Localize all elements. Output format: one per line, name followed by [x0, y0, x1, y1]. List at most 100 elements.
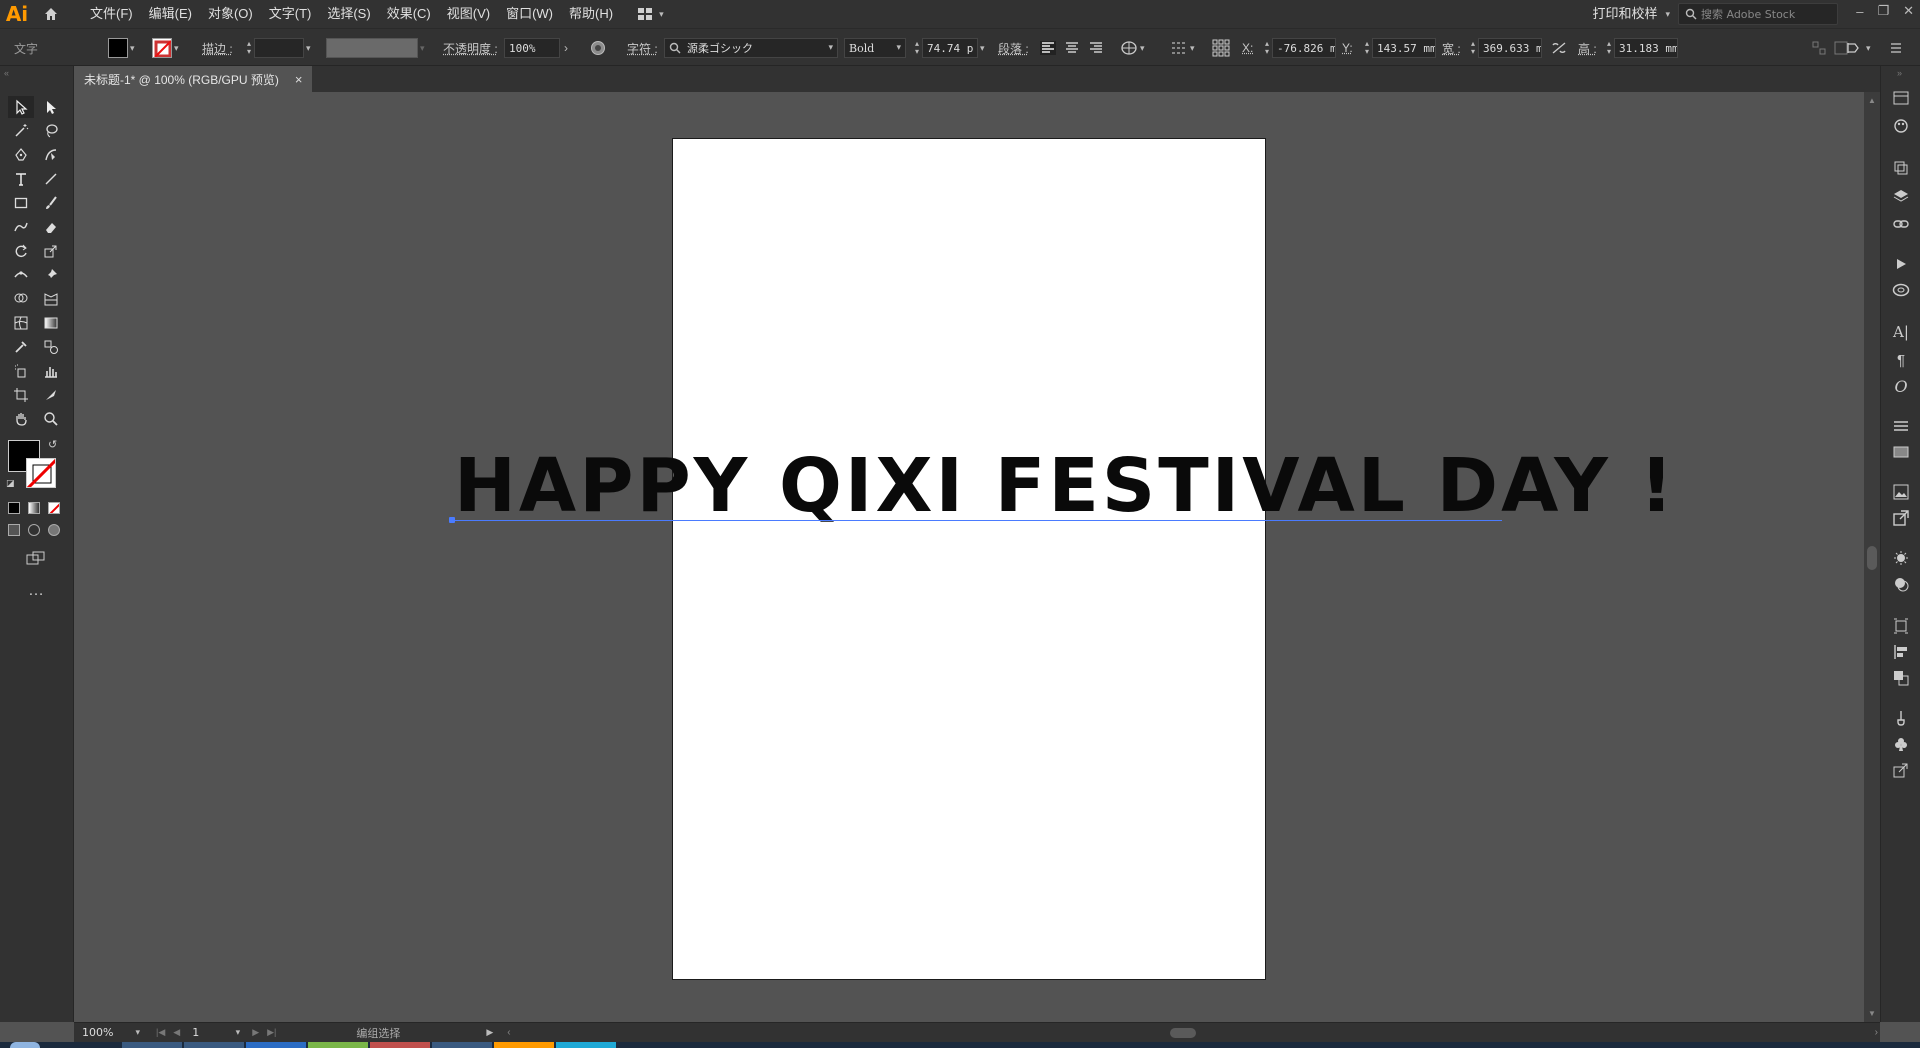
selection-tool[interactable] [8, 96, 34, 118]
scale-tool[interactable] [38, 240, 64, 262]
minimize-icon[interactable]: – [1856, 4, 1863, 19]
last-artboard-icon[interactable]: ▶| [267, 1027, 276, 1038]
first-artboard-icon[interactable]: |◀ [156, 1027, 165, 1038]
opacity-control[interactable]: 100% › [504, 29, 568, 67]
stroke-panel-button[interactable] [1891, 416, 1911, 436]
pathfinder-panel-button[interactable] [1891, 668, 1911, 688]
align-panel-button[interactable] [1891, 642, 1911, 662]
vertical-scroll-thumb[interactable] [1867, 546, 1877, 570]
links-panel-button[interactable] [1891, 214, 1911, 234]
text-anchor-point[interactable] [449, 517, 455, 523]
previous-artboard-icon[interactable]: ◀ [173, 1027, 180, 1038]
gradient-mode-icon[interactable] [28, 502, 40, 514]
font-style-control[interactable]: Bold ▾ [844, 29, 906, 67]
expand-panels-icon[interactable]: » [1897, 68, 1902, 78]
opentype-panel-icon[interactable]: O [1891, 376, 1911, 396]
gradient-panel-button[interactable] [1891, 442, 1911, 462]
variable-width-profile[interactable]: ▾ [326, 29, 425, 67]
eyedropper-tool[interactable] [8, 336, 34, 358]
character-panel-icon[interactable]: A| [1891, 322, 1911, 342]
next-artboard-icon[interactable]: ▶ [252, 1027, 259, 1038]
menu-help[interactable]: 帮助(H) [561, 0, 621, 28]
shape-builder-tool[interactable] [8, 288, 34, 310]
taskbar-app-1[interactable] [122, 1042, 182, 1048]
graphic-styles-button[interactable] [1891, 574, 1911, 594]
puppet-warp-tool[interactable] [38, 264, 64, 286]
stepper-icon[interactable]: ▴ ▾ [1607, 40, 1611, 56]
stock-search-input[interactable]: 搜索 Adobe Stock [1678, 3, 1838, 25]
align-right-icon[interactable] [1088, 41, 1104, 55]
chevron-right-icon[interactable]: › [564, 41, 568, 55]
stroke-weight-field[interactable] [254, 38, 305, 58]
scroll-right-icon[interactable]: › [1875, 1027, 1878, 1038]
font-style-field[interactable]: Bold ▾ [844, 38, 906, 58]
stepper-icon[interactable]: ▴ ▾ [247, 40, 251, 56]
workspace-switcher[interactable]: 打印和校样 ▾ [1592, 0, 1670, 28]
draw-normal-icon[interactable] [8, 524, 20, 536]
stroke-color-swatch[interactable] [26, 458, 56, 488]
width-tool[interactable] [8, 264, 34, 286]
taskbar-app-illustrator[interactable] [494, 1042, 554, 1048]
paragraph-panel-icon[interactable]: ¶ [1891, 350, 1911, 370]
align-options-button[interactable]: ▾ [1170, 29, 1195, 67]
stepper-icon[interactable]: ▴ ▾ [1265, 40, 1269, 56]
color-panel-button[interactable] [1891, 116, 1911, 136]
paragraph-label[interactable]: 段落 : [998, 29, 1029, 67]
magic-wand-tool[interactable] [8, 120, 34, 142]
mesh-tool[interactable] [8, 312, 34, 334]
transform-options-button[interactable]: ▾ [1120, 29, 1145, 67]
font-size-field[interactable]: 74.74 p [922, 38, 979, 58]
taskbar-app-6[interactable] [432, 1042, 492, 1048]
default-fill-stroke-icon[interactable]: ◪ [6, 478, 15, 489]
stroke-control[interactable]: ▾ [152, 29, 179, 67]
transform-panel-button[interactable] [1891, 616, 1911, 636]
brushes-panel-button[interactable] [1891, 708, 1911, 728]
height-field[interactable]: 31.183 mm [1614, 38, 1679, 58]
curvature-tool[interactable] [38, 144, 64, 166]
symbols-panel-button[interactable] [1891, 734, 1911, 754]
vertical-scrollbar[interactable]: ▲ ▼ [1864, 92, 1880, 1022]
y-field[interactable]: 143.57 mm [1372, 38, 1437, 58]
width-field[interactable]: 369.633 m [1478, 38, 1543, 58]
paintbrush-tool[interactable] [38, 192, 64, 214]
stroke-swatch[interactable] [152, 38, 172, 58]
canvas-area[interactable]: HAPPY QIXI FESTIVAL DAY ! [74, 92, 1864, 1022]
taskbar-app-4[interactable] [308, 1042, 368, 1048]
reference-point-button[interactable] [1212, 29, 1230, 67]
isolate-icon[interactable] [1812, 41, 1826, 55]
artboard[interactable] [672, 138, 1266, 980]
pen-tool[interactable] [8, 144, 34, 166]
width-control[interactable]: ▴ ▾ 369.633 m [1468, 29, 1543, 67]
start-button[interactable] [10, 1042, 40, 1048]
align-center-icon[interactable] [1064, 41, 1080, 55]
zoom-level-field[interactable]: 100% ▾ [78, 1024, 144, 1041]
home-button[interactable] [34, 0, 68, 28]
blend-tool[interactable] [38, 336, 64, 358]
recolor-button[interactable] [590, 29, 606, 67]
image-trace-button[interactable] [1891, 482, 1911, 502]
type-tool[interactable] [8, 168, 34, 190]
taskbar-app-5[interactable] [370, 1042, 430, 1048]
stepper-icon[interactable]: ▴ ▾ [915, 40, 919, 56]
x-control[interactable]: ▴ ▾ -76.826 m [1262, 29, 1337, 67]
x-field[interactable]: -76.826 m [1272, 38, 1337, 58]
lasso-tool[interactable] [38, 120, 64, 142]
height-control[interactable]: ▴ ▾ 31.183 mm [1604, 29, 1679, 67]
screen-mode-button[interactable] [26, 550, 46, 569]
column-graph-tool[interactable] [38, 360, 64, 382]
stepper-icon[interactable]: ▴ ▾ [1365, 40, 1369, 56]
arrange-documents-button[interactable]: ▾ [637, 7, 664, 21]
align-left-icon[interactable] [1040, 41, 1056, 55]
taskbar-app-8[interactable] [556, 1042, 616, 1048]
none-mode-icon[interactable] [48, 502, 60, 514]
hand-tool[interactable] [8, 408, 34, 430]
flip-icon[interactable] [1846, 41, 1860, 55]
scroll-up-icon[interactable]: ▲ [1868, 96, 1876, 105]
asset-export-button[interactable] [1891, 508, 1911, 528]
restore-icon[interactable]: ❐ [1877, 3, 1889, 19]
taskbar-app-2[interactable] [184, 1042, 244, 1048]
color-mode-icon[interactable] [8, 502, 20, 514]
hamburger-menu-icon[interactable] [1889, 42, 1903, 54]
direct-selection-tool[interactable] [38, 96, 64, 118]
perspective-grid-tool[interactable] [38, 288, 64, 310]
